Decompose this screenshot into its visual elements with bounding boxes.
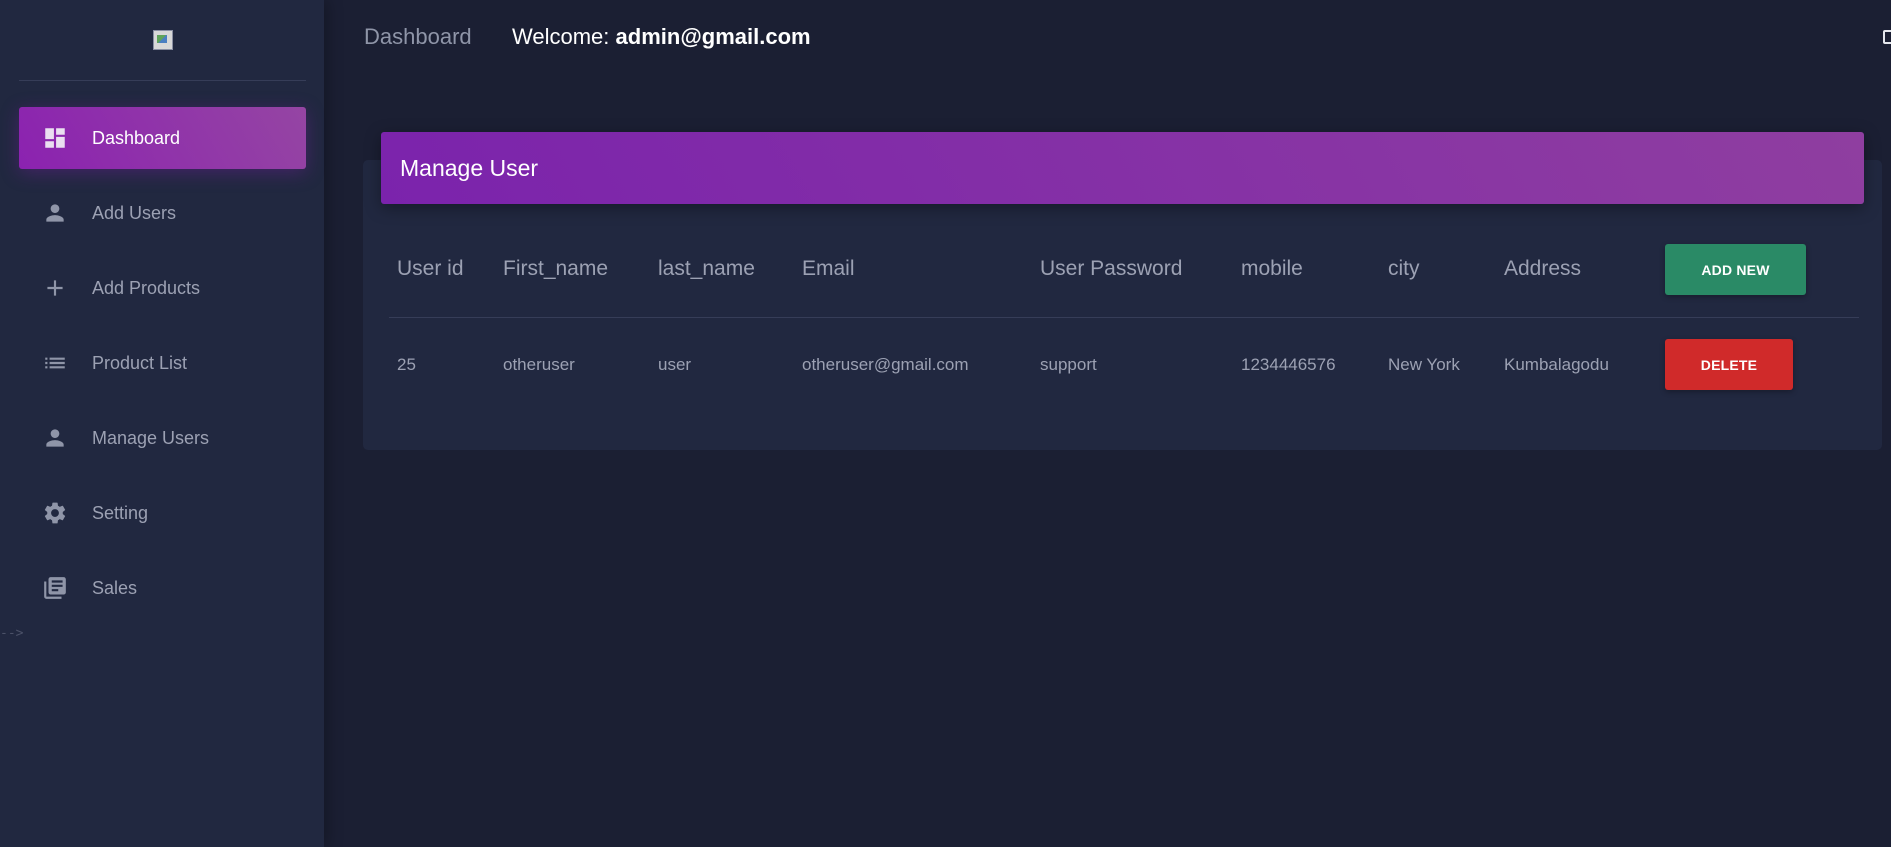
sidebar-item-label: Add Users xyxy=(92,202,177,223)
cell-city: New York xyxy=(1388,355,1460,374)
sidebar-item-label: Manage Users xyxy=(92,427,210,448)
dashboard-icon xyxy=(41,124,69,152)
sidebar-item-product-list[interactable]: Product List xyxy=(19,332,306,394)
welcome-user: admin@gmail.com xyxy=(615,24,811,49)
sidebar-item-label: Add Products xyxy=(92,277,201,298)
gear-icon xyxy=(41,499,69,527)
person-icon xyxy=(41,199,69,227)
column-header-last-name: last_name xyxy=(658,257,755,280)
logo-broken-image-icon xyxy=(153,30,173,50)
sidebar-item-label: Dashboard xyxy=(92,127,181,148)
plus-icon xyxy=(41,274,69,302)
cell-mobile: 1234446576 xyxy=(1241,355,1336,374)
sidebar-item-label: Setting xyxy=(92,502,149,523)
card-header: Manage User xyxy=(381,132,1864,204)
sidebar-divider xyxy=(19,80,306,81)
cell-user-id: 25 xyxy=(397,355,416,374)
sidebar: Dashboard Add Users Add Products Product… xyxy=(0,0,324,847)
cell-address: Kumbalagodu xyxy=(1504,355,1609,374)
sidebar-item-sales[interactable]: Sales xyxy=(19,557,306,619)
sidebar-nav: Dashboard Add Users Add Products Product… xyxy=(19,107,306,632)
library-books-icon xyxy=(41,574,69,602)
sidebar-item-dashboard[interactable]: Dashboard xyxy=(19,107,306,169)
sidebar-item-label: Product List xyxy=(92,352,188,373)
sidebar-item-manage-users[interactable]: Manage Users xyxy=(19,407,306,469)
list-icon xyxy=(41,349,69,377)
card-title: Manage User xyxy=(400,154,539,181)
page-title[interactable]: Dashboard xyxy=(364,24,472,50)
sidebar-item-setting[interactable]: Setting xyxy=(19,482,306,544)
column-header-email: Email xyxy=(802,257,855,280)
logout-icon[interactable] xyxy=(1883,30,1891,44)
sidebar-item-add-users[interactable]: Add Users xyxy=(19,182,306,244)
add-new-button[interactable]: ADD NEW xyxy=(1665,244,1806,295)
column-header-user-password: User Password xyxy=(1040,257,1183,280)
cell-email: otheruser@gmail.com xyxy=(802,355,969,374)
column-header-mobile: mobile xyxy=(1241,257,1303,280)
table-divider xyxy=(389,317,1859,318)
cell-last-name: user xyxy=(658,355,692,374)
cell-first-name: otheruser xyxy=(503,355,575,374)
column-header-city: city xyxy=(1388,257,1420,280)
cell-user-password: support xyxy=(1040,355,1097,374)
welcome-prefix: Welcome: xyxy=(512,24,610,49)
delete-button[interactable]: DELETE xyxy=(1665,339,1793,390)
column-header-address: Address xyxy=(1504,257,1582,280)
sidebar-item-label: Sales xyxy=(92,577,138,598)
stray-text: --> xyxy=(0,626,24,641)
sidebar-item-add-products[interactable]: Add Products xyxy=(19,257,306,319)
welcome-message: Welcome: admin@gmail.com xyxy=(512,24,811,50)
column-header-first-name: First_name xyxy=(503,257,609,280)
column-header-user-id: User id xyxy=(397,257,464,280)
person-icon xyxy=(41,424,69,452)
